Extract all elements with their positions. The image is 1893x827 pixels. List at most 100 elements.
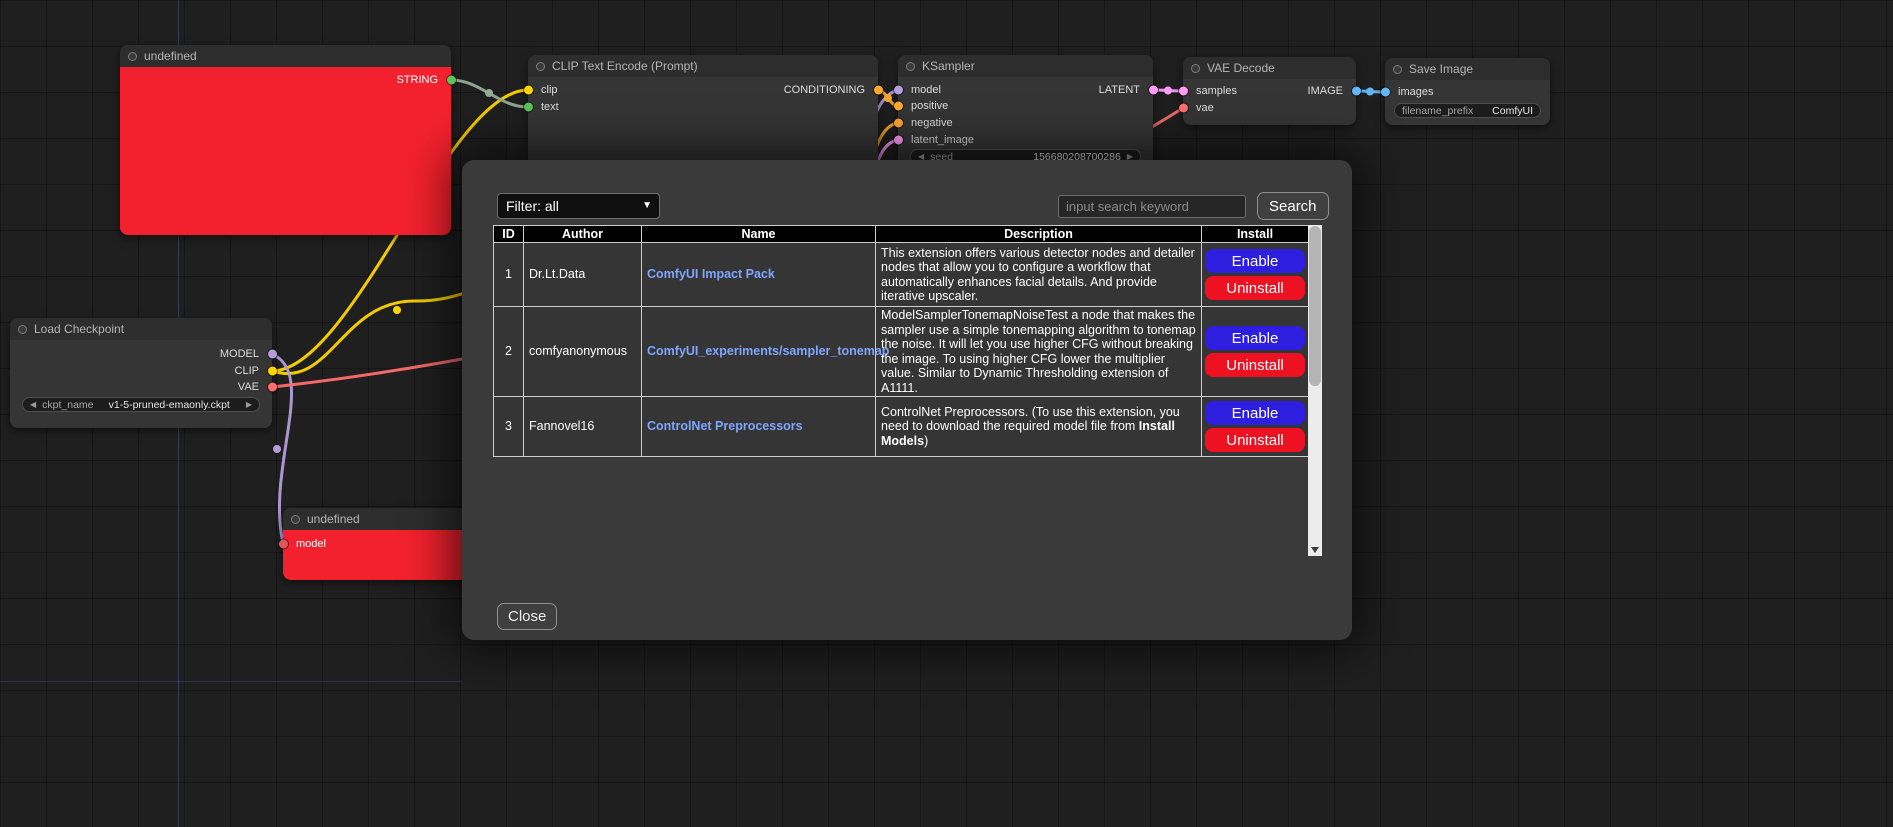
widget-value: ComfyUI — [1492, 105, 1533, 117]
node-body: samples IMAGE vae — [1183, 79, 1356, 125]
node-load-checkpoint[interactable]: Load Checkpoint MODEL CLIP VAE ◀ ckpt_na… — [10, 318, 272, 428]
node-body-error: STRING — [120, 67, 451, 235]
table-header-row: ID Author Name Description Install — [494, 226, 1309, 243]
uninstall-button[interactable]: Uninstall — [1205, 353, 1305, 377]
extension-link[interactable]: ControlNet Preprocessors — [647, 419, 803, 433]
close-button[interactable]: Close — [497, 603, 557, 630]
cell-description: This extension offers various detector n… — [876, 243, 1202, 307]
input-slot-model: model LATENT — [898, 82, 1153, 98]
input-port-vae[interactable] — [1179, 104, 1188, 113]
node-title-bar[interactable]: VAE Decode — [1183, 57, 1356, 79]
collapse-dot-icon[interactable] — [18, 325, 27, 334]
extension-link[interactable]: ComfyUI_experiments/sampler_tonemap — [647, 344, 889, 358]
ckpt-name-widget[interactable]: ◀ ckpt_name v1-5-pruned-emaonly.ckpt ▶ — [22, 397, 260, 412]
next-arrow-icon[interactable]: ▶ — [246, 401, 252, 409]
node-title-bar[interactable]: KSampler — [898, 55, 1153, 77]
search-button[interactable]: Search — [1257, 192, 1329, 220]
output-port-latent[interactable] — [1149, 86, 1158, 95]
filename-prefix-widget[interactable]: filename_prefix ComfyUI — [1394, 103, 1541, 118]
input-slot-clip: clip CONDITIONING — [528, 82, 878, 98]
output-label: MODEL — [220, 348, 259, 360]
previous-arrow-icon[interactable]: ◀ — [30, 401, 36, 409]
output-port-vae[interactable] — [268, 383, 277, 392]
node-undefined-top[interactable]: undefined STRING — [120, 45, 451, 235]
output-port-clip[interactable] — [268, 367, 277, 376]
extensions-table: ID Author Name Description Install 1 Dr.… — [493, 225, 1309, 457]
input-port-images[interactable] — [1381, 88, 1390, 97]
output-slot-model: MODEL — [10, 346, 272, 362]
input-port-text[interactable] — [524, 103, 533, 112]
node-title: KSampler — [922, 59, 975, 73]
node-title: undefined — [307, 512, 360, 526]
node-title-bar[interactable]: CLIP Text Encode (Prompt) — [528, 55, 878, 77]
header-install: Install — [1202, 226, 1309, 243]
output-label: CLIP — [235, 365, 259, 377]
node-vae-decode[interactable]: VAE Decode samples IMAGE vae — [1183, 57, 1356, 125]
input-port-model[interactable] — [894, 86, 903, 95]
output-slot-string: STRING — [120, 72, 451, 88]
input-slot-text: text — [528, 99, 878, 115]
input-port-clip[interactable] — [524, 86, 533, 95]
node-title: Load Checkpoint — [34, 322, 124, 336]
input-label: samples — [1196, 85, 1237, 97]
output-port-model[interactable] — [268, 350, 277, 359]
uninstall-button[interactable]: Uninstall — [1205, 428, 1305, 452]
input-slot-model: model — [283, 536, 473, 552]
collapse-dot-icon[interactable] — [906, 62, 915, 71]
output-slot-clip: CLIP — [10, 363, 272, 379]
output-slot-vae: VAE — [10, 379, 272, 395]
input-label: model — [296, 538, 326, 550]
enable-button[interactable]: Enable — [1205, 401, 1305, 425]
uninstall-button[interactable]: Uninstall — [1205, 276, 1305, 300]
header-id: ID — [494, 226, 524, 243]
node-title-bar[interactable]: Load Checkpoint — [10, 318, 272, 340]
input-port-latent-image[interactable] — [894, 136, 903, 145]
extension-link[interactable]: ComfyUI Impact Pack — [647, 267, 775, 281]
input-label: model — [911, 84, 941, 96]
table-scrollbar[interactable] — [1308, 225, 1322, 556]
collapse-dot-icon[interactable] — [291, 515, 300, 524]
input-label: clip — [541, 84, 558, 96]
input-port-positive[interactable] — [894, 102, 903, 111]
collapse-dot-icon[interactable] — [1393, 65, 1402, 74]
search-input[interactable] — [1058, 195, 1246, 218]
input-slot-samples: samples IMAGE — [1183, 83, 1356, 99]
input-port-samples[interactable] — [1179, 87, 1188, 96]
input-label: text — [541, 101, 559, 113]
table-row: 3 Fannovel16 ControlNet Preprocessors Co… — [494, 397, 1309, 457]
input-port-negative[interactable] — [894, 119, 903, 128]
node-title-bar[interactable]: undefined — [283, 508, 473, 530]
input-label: images — [1398, 86, 1433, 98]
input-slot-vae: vae — [1183, 100, 1356, 116]
enable-button[interactable]: Enable — [1205, 249, 1305, 273]
scrollbar-thumb[interactable] — [1309, 226, 1321, 386]
wire-dot-latent — [1164, 87, 1172, 95]
node-undefined-bottom[interactable]: undefined model — [283, 508, 473, 580]
node-title-bar[interactable]: Save Image — [1385, 58, 1550, 80]
cell-description: ModelSamplerTonemapNoiseTest a node that… — [876, 307, 1202, 397]
output-port-string[interactable] — [447, 76, 456, 85]
cell-description: ControlNet Preprocessors. (To use this e… — [876, 397, 1202, 457]
header-name: Name — [642, 226, 876, 243]
filter-select[interactable]: Filter: all — [497, 193, 660, 219]
output-label: IMAGE — [1308, 85, 1343, 97]
scrollbar-down-button[interactable] — [1308, 542, 1322, 556]
node-title: VAE Decode — [1207, 61, 1275, 75]
node-save-image[interactable]: Save Image images filename_prefix ComfyU… — [1385, 58, 1550, 125]
collapse-dot-icon[interactable] — [128, 52, 137, 61]
output-port-conditioning[interactable] — [874, 86, 883, 95]
collapse-dot-icon[interactable] — [536, 62, 545, 71]
wire-dot-conditioning — [884, 94, 892, 102]
cell-author: Fannovel16 — [524, 397, 642, 457]
wire-dot-string — [485, 89, 493, 97]
output-label: CONDITIONING — [784, 84, 865, 96]
input-port-model[interactable] — [279, 540, 288, 549]
node-title: CLIP Text Encode (Prompt) — [552, 59, 698, 73]
collapse-dot-icon[interactable] — [1191, 64, 1200, 73]
input-label: negative — [911, 117, 953, 129]
output-port-image[interactable] — [1352, 87, 1361, 96]
enable-button[interactable]: Enable — [1205, 326, 1305, 350]
node-title: Save Image — [1409, 62, 1473, 76]
node-title-bar[interactable]: undefined — [120, 45, 451, 67]
scroll-down-arrow-icon — [1311, 547, 1319, 557]
